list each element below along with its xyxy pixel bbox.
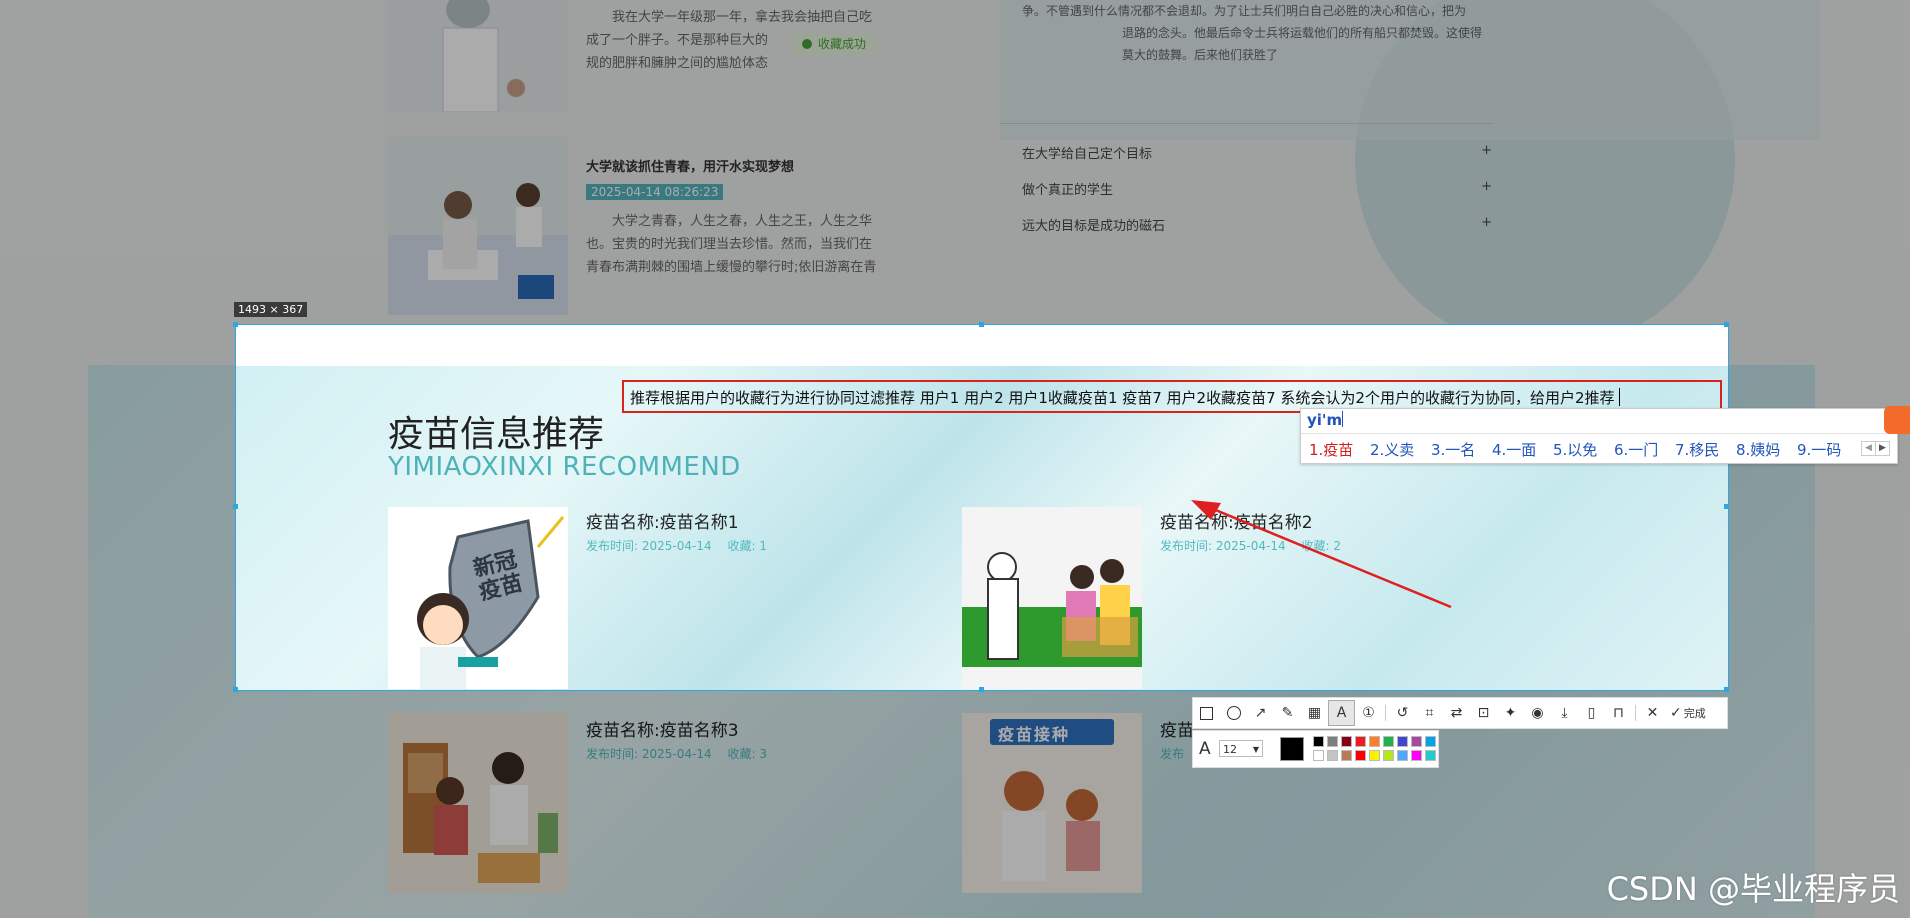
save-icon[interactable]: ⤓: [1551, 700, 1578, 726]
ime-candidate[interactable]: 5.以免: [1553, 439, 1597, 460]
resize-handle[interactable]: [233, 322, 238, 327]
color-swatch[interactable]: [1397, 736, 1408, 747]
done-button[interactable]: ✓ 完成: [1666, 700, 1710, 726]
font-size-value: 12: [1223, 743, 1237, 756]
color-swatch[interactable]: [1411, 750, 1422, 761]
color-swatch[interactable]: [1355, 750, 1366, 761]
record-icon[interactable]: ◉: [1524, 700, 1551, 726]
font-icon: A: [1199, 739, 1211, 759]
resize-handle[interactable]: [233, 687, 238, 692]
font-size-select[interactable]: 12 ▼: [1219, 740, 1263, 757]
phone-icon[interactable]: ▯: [1578, 700, 1605, 726]
resize-handle[interactable]: [1724, 687, 1729, 692]
bookmark-icon[interactable]: ⊓: [1605, 700, 1632, 726]
screenshot-toolbar: ↗ ✎ ▦ A ① ↺ ⌗ ⇄ ⊡ ✦ ◉ ⤓ ▯ ⊓ ✕ ✓ 完成: [1192, 697, 1728, 729]
toolbar-separator: [1635, 705, 1636, 721]
ime-candidate[interactable]: 9.一码: [1797, 439, 1841, 460]
chevron-down-icon: ▼: [1252, 745, 1259, 754]
translate-icon[interactable]: ⇄: [1443, 700, 1470, 726]
resize-handle[interactable]: [1724, 322, 1729, 327]
selection-size-label: 1493 × 367: [234, 302, 308, 317]
ime-composition: yi'm: [1307, 411, 1344, 429]
ellipse-icon[interactable]: [1220, 700, 1247, 726]
annotation-text: 推荐根据用户的收藏行为进行协同过滤推荐 用户1 用户2 用户1收藏疫苗1 疫苗7…: [630, 389, 1615, 407]
color-swatch[interactable]: [1397, 750, 1408, 761]
resize-handle[interactable]: [1724, 504, 1729, 509]
color-swatch[interactable]: [1327, 736, 1338, 747]
ime-candidate[interactable]: 7.移民: [1675, 439, 1719, 460]
color-palette: [1313, 736, 1436, 762]
ime-candidate[interactable]: 3.一名: [1431, 439, 1475, 460]
rectangle-icon[interactable]: [1193, 700, 1220, 726]
pen-icon[interactable]: ✎: [1274, 700, 1301, 726]
ocr-icon[interactable]: ⌗: [1416, 700, 1443, 726]
color-swatch[interactable]: [1383, 736, 1394, 747]
resize-handle[interactable]: [979, 687, 984, 692]
pin-icon[interactable]: ✦: [1497, 700, 1524, 726]
color-swatch[interactable]: [1327, 750, 1338, 761]
color-swatch[interactable]: [1411, 736, 1422, 747]
color-swatch[interactable]: [1313, 736, 1324, 747]
color-swatch[interactable]: [1341, 750, 1352, 761]
screenshot-mask-left: [0, 324, 235, 690]
ime-candidate[interactable]: 4.一面: [1492, 439, 1536, 460]
ime-candidate-window[interactable]: yi'm 1.疫苗 2.义卖 3.一名 4.一面 5.以免 6.一门 7.移民 …: [1300, 408, 1898, 464]
watermark: CSDN @毕业程序员: [1606, 870, 1900, 908]
color-swatch[interactable]: [1355, 736, 1366, 747]
screenshot-mask-top: [0, 0, 1910, 324]
color-swatch[interactable]: [1313, 750, 1324, 761]
resize-handle[interactable]: [233, 504, 238, 509]
ime-candidate[interactable]: 2.义卖: [1370, 439, 1414, 460]
current-color[interactable]: [1280, 737, 1304, 761]
resize-handle[interactable]: [979, 322, 984, 327]
ime-divider: [1301, 433, 1897, 434]
ime-page-next-icon[interactable]: ▶: [1875, 441, 1890, 456]
ime-logo-icon: [1884, 406, 1910, 434]
text-cursor: [1618, 388, 1620, 406]
ime-cursor: [1342, 411, 1344, 427]
text-icon[interactable]: A: [1328, 700, 1355, 726]
screenshot-mask-right: [1728, 324, 1910, 690]
check-icon: ✓: [1670, 705, 1682, 721]
done-label: 完成: [1683, 707, 1706, 720]
undo-icon[interactable]: ↺: [1389, 700, 1416, 726]
text-options-bar: A 12 ▼: [1192, 730, 1439, 768]
number-icon[interactable]: ①: [1355, 700, 1382, 726]
arrow-icon[interactable]: ↗: [1247, 700, 1274, 726]
scan-icon[interactable]: ⊡: [1470, 700, 1497, 726]
ime-input-text: yi'm: [1307, 411, 1343, 429]
ime-candidate[interactable]: 1.疫苗: [1309, 439, 1353, 460]
close-icon[interactable]: ✕: [1639, 700, 1666, 726]
mosaic-icon[interactable]: ▦: [1301, 700, 1328, 726]
color-swatch[interactable]: [1425, 750, 1436, 761]
ime-page-prev-icon[interactable]: ◀: [1861, 441, 1876, 456]
ime-candidate[interactable]: 6.一门: [1614, 439, 1658, 460]
color-swatch[interactable]: [1369, 736, 1380, 747]
toolbar-separator: [1385, 705, 1386, 721]
color-swatch[interactable]: [1341, 736, 1352, 747]
color-swatch[interactable]: [1383, 750, 1394, 761]
color-swatch[interactable]: [1369, 750, 1380, 761]
color-swatch[interactable]: [1425, 736, 1436, 747]
ime-candidate[interactable]: 8.姨妈: [1736, 439, 1780, 460]
